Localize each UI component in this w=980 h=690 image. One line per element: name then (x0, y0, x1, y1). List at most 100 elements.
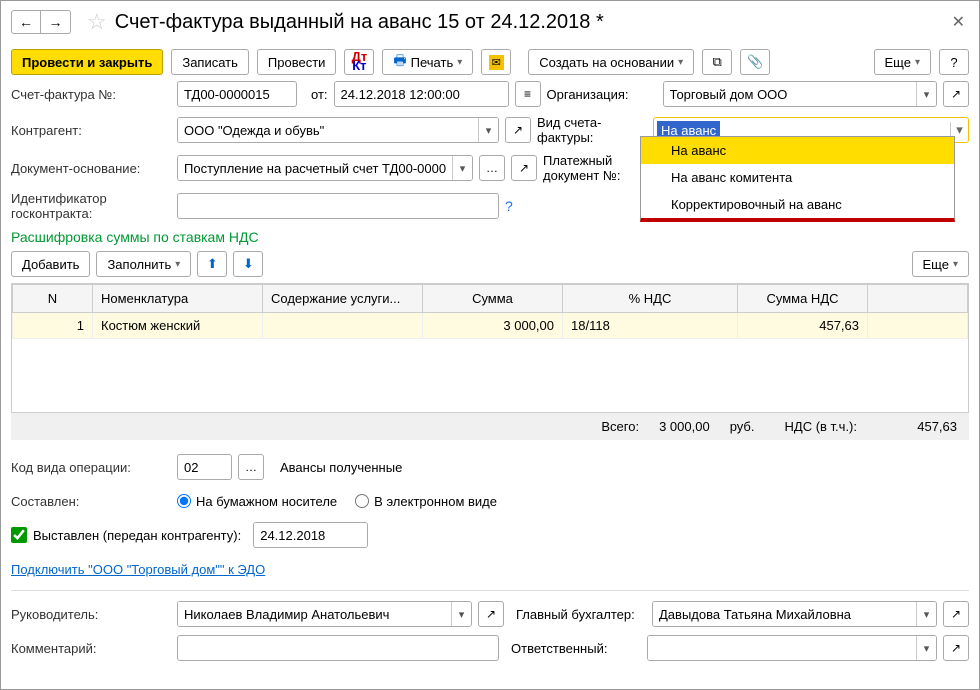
contragent-input-group: ▾ (177, 117, 499, 143)
totals-bar: Всего: 3 000,00 руб. НДС (в т.ч.): 457,6… (11, 413, 969, 440)
director-dropdown-icon[interactable]: ▾ (451, 602, 471, 626)
issued-label: Выставлен (передан контрагенту): (33, 528, 241, 543)
accountant-label: Главный бухгалтер: (516, 607, 646, 622)
contragent-input[interactable] (178, 118, 478, 142)
radio-paper-label[interactable]: На бумажном носителе (177, 494, 337, 509)
issued-checkbox[interactable] (11, 527, 27, 543)
move-up-button[interactable]: ⬆ (197, 251, 227, 277)
vat-label: НДС (в т.ч.): (785, 419, 858, 434)
comment-label: Комментарий: (11, 641, 171, 656)
dtkt-icon: ДтКт (352, 53, 368, 71)
basis-pick-button[interactable]: … (479, 155, 505, 181)
invoice-type-label: Вид счета-фактуры: (537, 115, 647, 145)
responsible-input-group: ▾ (647, 635, 937, 661)
director-open-button[interactable]: ↗ (478, 601, 504, 627)
cell-sum: 3 000,00 (423, 313, 563, 339)
col-n: N (13, 285, 93, 313)
issued-date-input[interactable] (254, 523, 368, 547)
contragent-open-button[interactable]: ↗ (505, 117, 531, 143)
org-dropdown-icon[interactable]: ▾ (916, 82, 936, 106)
nav-back-button[interactable]: ← (11, 10, 41, 34)
comment-input[interactable] (177, 635, 499, 661)
items-table: N Номенклатура Содержание услуги... Сумм… (12, 284, 968, 339)
cell-vat: 18/118 (563, 313, 738, 339)
dropdown-item-na-avans[interactable]: На аванс (641, 137, 954, 164)
paperclip-icon: 📎 (747, 54, 763, 70)
director-input[interactable] (178, 602, 451, 626)
arrow-up-icon: ⬆ (207, 256, 218, 272)
org-input[interactable] (664, 82, 916, 106)
cell-item: Костюм женский (93, 313, 263, 339)
table-row[interactable]: 1 Костюм женский 3 000,00 18/118 457,63 (13, 313, 968, 339)
total-label: Всего: (601, 419, 639, 434)
accountant-open-button[interactable]: ↗ (943, 601, 969, 627)
opcode-text: Авансы полученные (280, 460, 402, 475)
contract-id-label: Идентификатор госконтракта: (11, 191, 171, 221)
opcode-pick-button[interactable]: … (238, 454, 264, 480)
opcode-input[interactable] (177, 454, 232, 480)
mail-icon: ✉ (489, 55, 504, 70)
fill-button[interactable]: Заполнить (96, 251, 191, 277)
close-icon[interactable]: ✕ (948, 8, 969, 36)
total-value: 3 000,00 (659, 419, 710, 434)
post-and-close-button[interactable]: Провести и закрыть (11, 49, 163, 75)
printer-icon: 🖶 (393, 50, 406, 74)
basis-open-button[interactable]: ↗ (511, 155, 537, 181)
save-button[interactable]: Записать (171, 49, 249, 75)
edo-link[interactable]: Подключить "ООО "Торговый дом"" к ЭДО (11, 562, 265, 577)
attach-button[interactable]: 📎 (740, 49, 770, 75)
responsible-input[interactable] (648, 636, 916, 660)
basis-input-group: ▾ (177, 155, 473, 181)
invoice-type-dropdown-list: На аванс На аванс комитента Корректирово… (640, 136, 955, 222)
add-row-button[interactable]: Добавить (11, 251, 90, 277)
col-desc: Содержание услуги... (263, 285, 423, 313)
structure-icon: ⧉ (713, 54, 722, 70)
toolbar: Провести и закрыть Записать Провести ДтК… (1, 43, 979, 81)
radio-electronic-label[interactable]: В электронном виде (355, 494, 497, 509)
accountant-input[interactable] (653, 602, 916, 626)
director-label: Руководитель: (11, 607, 171, 622)
org-open-button[interactable]: ↗ (943, 81, 969, 107)
col-vatsum: Сумма НДС (738, 285, 868, 313)
basis-label: Документ-основание: (11, 161, 171, 176)
responsible-dropdown-icon[interactable]: ▾ (916, 636, 936, 660)
nav-forward-button[interactable]: → (41, 10, 71, 34)
create-based-button[interactable]: Создать на основании (528, 49, 694, 75)
favorite-star-icon[interactable]: ☆ (87, 9, 107, 35)
print-button[interactable]: 🖶 Печать (382, 49, 473, 75)
dtkt-button[interactable]: ДтКт (344, 49, 374, 75)
accountant-dropdown-icon[interactable]: ▾ (916, 602, 936, 626)
col-item: Номенклатура (93, 285, 263, 313)
contract-id-input[interactable] (177, 193, 499, 219)
help-button[interactable]: ? (939, 49, 969, 75)
responsible-label: Ответственный: (511, 641, 641, 656)
date-input[interactable] (335, 82, 509, 106)
issued-date-group: 📅 (253, 522, 368, 548)
email-button[interactable]: ✉ (481, 49, 511, 75)
responsible-open-button[interactable]: ↗ (943, 635, 969, 661)
cell-desc (263, 313, 423, 339)
move-down-button[interactable]: ⬇ (233, 251, 263, 277)
table-more-button[interactable]: Еще (912, 251, 969, 277)
date-ref-button[interactable]: ≡ (515, 81, 541, 107)
dropdown-item-korrekt[interactable]: Корректировочный на аванс (641, 191, 954, 218)
cell-vatsum: 457,63 (738, 313, 868, 339)
help-icon[interactable]: ? (505, 198, 513, 214)
director-input-group: ▾ (177, 601, 472, 627)
window-title: Счет-фактура выданный на аванс 15 от 24.… (115, 11, 948, 34)
dropdown-item-na-avans-komitenta[interactable]: На аванс комитента (641, 164, 954, 191)
composed-label: Составлен: (11, 494, 171, 509)
invoice-number-input[interactable] (177, 81, 297, 107)
from-label: от: (311, 87, 328, 102)
post-button[interactable]: Провести (257, 49, 337, 75)
currency-label: руб. (730, 419, 755, 434)
radio-paper[interactable] (177, 494, 191, 508)
basis-dropdown-icon[interactable]: ▾ (452, 156, 472, 180)
radio-electronic[interactable] (355, 494, 369, 508)
opcode-label: Код вида операции: (11, 460, 171, 475)
structure-button[interactable]: ⧉ (702, 49, 732, 75)
basis-input[interactable] (178, 156, 452, 180)
more-button[interactable]: Еще (874, 49, 931, 75)
contragent-dropdown-icon[interactable]: ▾ (478, 118, 498, 142)
col-sum: Сумма (423, 285, 563, 313)
